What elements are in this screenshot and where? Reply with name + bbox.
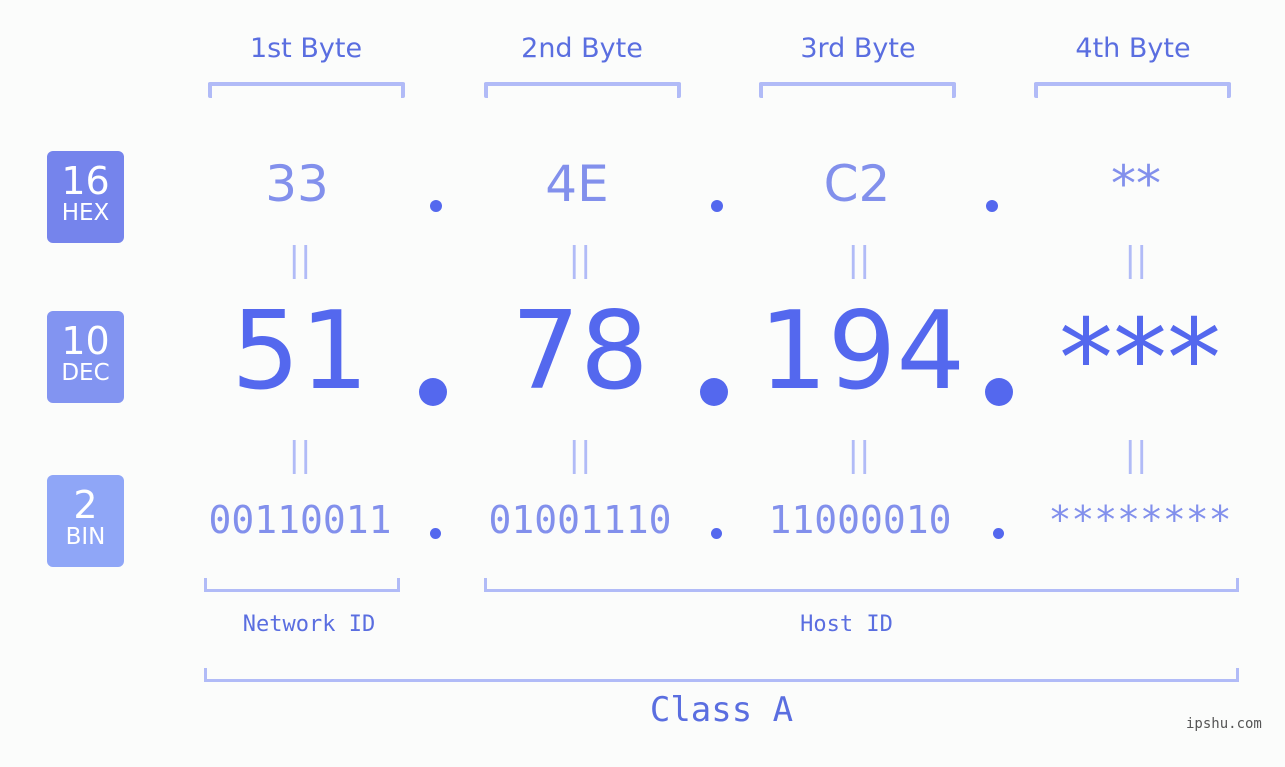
byte-bracket-1 [208,82,405,98]
dec-dot-3 [985,378,1013,406]
dec-byte-3: 194 [758,289,966,414]
byte-bracket-2 [484,82,681,98]
equals-sign: || [1124,435,1148,475]
dec-dot-2 [700,378,728,406]
dec-byte-1: 51 [231,289,369,414]
bin-byte-4: ******** [1048,498,1232,542]
hex-dot-2 [711,200,723,212]
hex-dot-1 [430,200,442,212]
host-id-label: Host ID [800,612,893,637]
byte-header-4: 4th Byte [1075,33,1191,64]
host-id-bracket [484,578,1239,592]
byte-bracket-3 [759,82,956,98]
bin-badge-label: BIN [65,524,106,550]
class-bracket [204,668,1239,682]
dec-badge-base: 10 [61,319,110,363]
equals-sign: || [288,240,312,280]
watermark: ipshu.com [1186,716,1262,732]
hex-dot-3 [986,200,998,212]
dec-byte-2: 78 [511,289,649,414]
dec-badge: 10 DEC [47,311,124,403]
bin-dot-2 [711,528,722,539]
byte-bracket-4 [1034,82,1231,98]
bin-badge-base: 2 [73,483,98,527]
hex-byte-4: ** [1111,155,1161,213]
equals-sign: || [847,240,871,280]
bin-badge: 2 BIN [47,475,124,567]
hex-byte-3: C2 [823,155,891,213]
hex-badge-label: HEX [61,200,110,226]
equals-sign: || [288,435,312,475]
dec-byte-4: *** [1059,297,1221,422]
hex-badge: 16 HEX [47,151,124,243]
hex-byte-2: 4E [545,155,609,213]
equals-sign: || [568,240,592,280]
class-label: Class A [649,690,794,730]
network-id-bracket [204,578,400,592]
network-id-label: Network ID [242,612,376,637]
bin-dot-1 [430,528,441,539]
byte-header-3: 3rd Byte [800,33,916,64]
dec-badge-label: DEC [61,360,110,386]
equals-sign: || [568,435,592,475]
bin-byte-2: 01001110 [488,498,672,542]
byte-header-1: 1st Byte [249,33,363,64]
byte-header-2: 2nd Byte [521,33,643,64]
bin-dot-3 [993,528,1004,539]
bin-byte-1: 00110011 [208,498,392,542]
bin-byte-3: 11000010 [768,498,952,542]
dec-dot-1 [419,378,447,406]
equals-sign: || [847,435,871,475]
hex-byte-1: 33 [265,155,329,213]
hex-badge-base: 16 [61,159,110,203]
equals-sign: || [1124,240,1148,280]
